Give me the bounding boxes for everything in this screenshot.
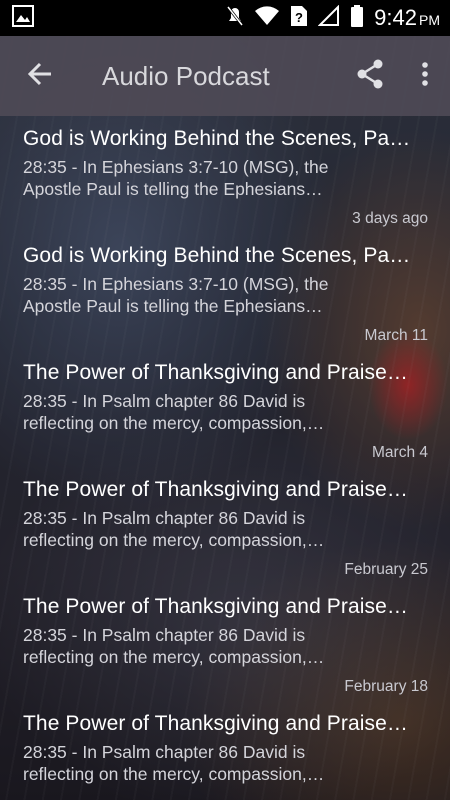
status-time: 9:42 PM (374, 5, 440, 31)
episode-date: February 25 (344, 561, 428, 578)
list-item[interactable]: The Power of Thanksgiving and Praise… 28… (0, 350, 450, 467)
time-value: 9:42 (374, 5, 417, 30)
episode-description: 28:35 - In Psalm chapter 86 David is ref… (23, 624, 428, 668)
battery-icon (350, 4, 364, 33)
episode-title: The Power of Thanksgiving and Praise… (23, 595, 409, 618)
episode-title: The Power of Thanksgiving and Praise… (23, 361, 409, 384)
mute-icon (226, 5, 244, 32)
episode-description: 28:35 - In Ephesians 3:7-10 (MSG), the A… (23, 273, 428, 317)
list-item[interactable]: God is Working Behind the Scenes, Pa… 28… (0, 116, 450, 233)
sim-unknown-icon: ? (290, 5, 308, 32)
episode-description: 28:35 - In Psalm chapter 86 David is ref… (23, 390, 428, 434)
more-options-button[interactable] (400, 36, 450, 116)
episode-date: 3 days ago (352, 210, 428, 227)
share-icon (356, 59, 384, 94)
wifi-icon (254, 5, 280, 31)
episode-desc-line: 28:35 - In Ephesians 3:7-10 (MSG), the (23, 274, 329, 294)
list-item[interactable]: The Power of Thanksgiving and Praise… 28… (0, 584, 450, 701)
arrow-back-icon (27, 61, 53, 92)
time-ampm: PM (419, 12, 440, 28)
status-bar: ? 9:42 PM (0, 0, 450, 36)
episode-desc-line: 28:35 - In Ephesians 3:7-10 (MSG), the (23, 157, 329, 177)
list-item[interactable]: The Power of Thanksgiving and Praise… 28… (0, 467, 450, 584)
episode-title: God is Working Behind the Scenes, Pa… (23, 127, 411, 150)
share-button[interactable] (340, 36, 400, 116)
episode-description: 28:35 - In Ephesians 3:7-10 (MSG), the A… (23, 156, 428, 200)
list-item[interactable]: God is Working Behind the Scenes, Pa… 28… (0, 233, 450, 350)
episode-desc-line: Apostle Paul is telling the Ephesians… (23, 296, 323, 316)
episode-desc-line: reflecting on the mercy, compassion,… (23, 413, 325, 433)
list-item[interactable]: The Power of Thanksgiving and Praise… 28… (0, 701, 450, 800)
episode-desc-line: reflecting on the mercy, compassion,… (23, 764, 325, 784)
signal-icon (317, 4, 340, 32)
episode-date: February 18 (344, 678, 428, 695)
episode-desc-line: reflecting on the mercy, compassion,… (23, 530, 325, 550)
episode-desc-line: 28:35 - In Psalm chapter 86 David is (23, 391, 306, 411)
episode-title: God is Working Behind the Scenes, Pa… (23, 244, 411, 267)
app-bar: Audio Podcast (0, 36, 450, 116)
episode-title: The Power of Thanksgiving and Praise… (23, 478, 409, 501)
episode-desc-line: 28:35 - In Psalm chapter 86 David is (23, 742, 306, 762)
image-icon (12, 4, 34, 32)
back-button[interactable] (0, 36, 80, 116)
episode-description: 28:35 - In Psalm chapter 86 David is ref… (23, 507, 428, 551)
episode-date: March 11 (364, 327, 428, 344)
page-title: Audio Podcast (102, 60, 270, 91)
episode-title: The Power of Thanksgiving and Praise… (23, 712, 409, 735)
episode-desc-line: reflecting on the mercy, compassion,… (23, 647, 325, 667)
episode-date: March 4 (372, 444, 428, 461)
episode-desc-line: 28:35 - In Psalm chapter 86 David is (23, 625, 306, 645)
svg-text:?: ? (295, 10, 303, 25)
episode-desc-line: Apostle Paul is telling the Ephesians… (23, 179, 323, 199)
more-vert-icon (421, 61, 429, 92)
episode-description: 28:35 - In Psalm chapter 86 David is ref… (23, 741, 428, 785)
episode-desc-line: 28:35 - In Psalm chapter 86 David is (23, 508, 306, 528)
episode-list: God is Working Behind the Scenes, Pa… 28… (0, 116, 450, 800)
